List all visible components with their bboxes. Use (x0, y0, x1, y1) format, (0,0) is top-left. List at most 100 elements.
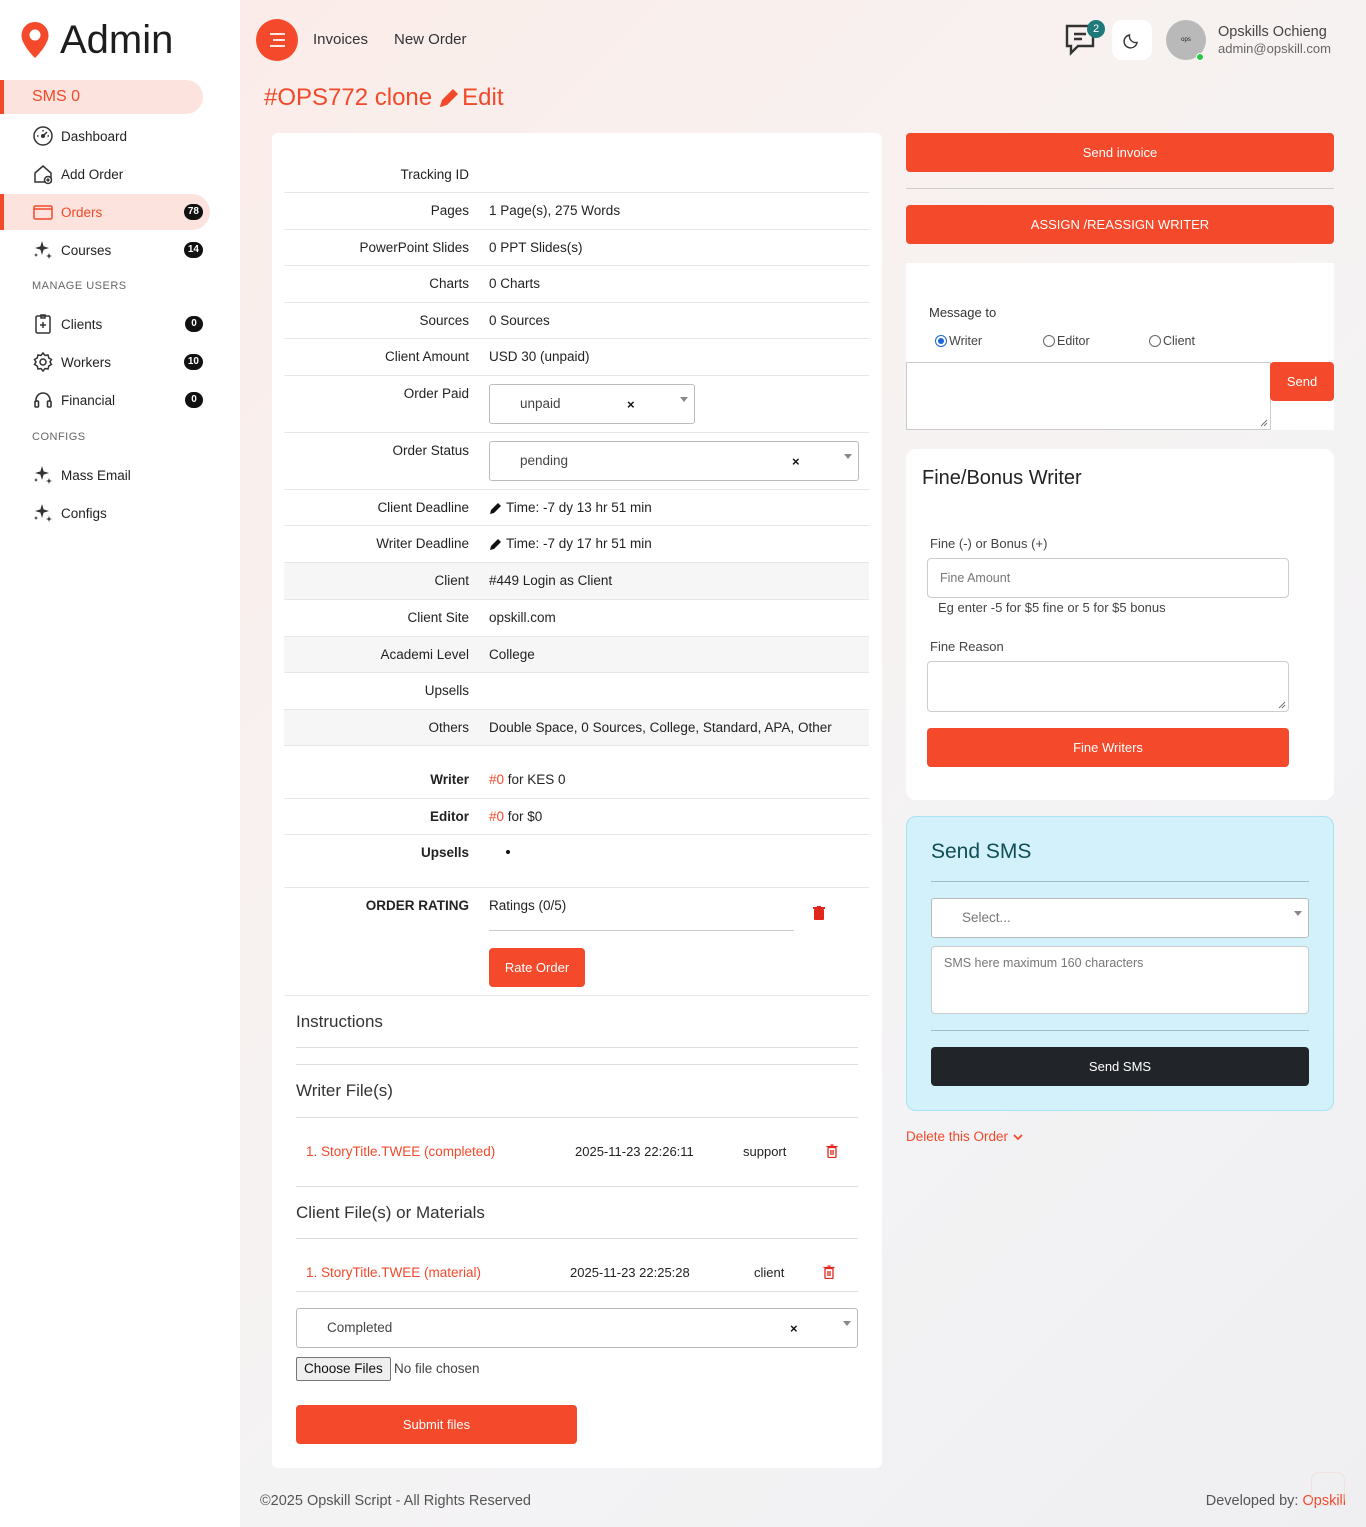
chevron-down-icon (844, 454, 852, 459)
dark-mode-toggle[interactable] (1112, 20, 1152, 60)
submit-files-button[interactable]: Submit files (296, 1405, 577, 1444)
detail-label: Client Site (407, 610, 469, 625)
client-files-heading: Client File(s) or Materials (296, 1203, 485, 1222)
detail-row-sources: Sources 0 Sources (284, 303, 869, 339)
fine-reason-textarea[interactable] (927, 661, 1289, 712)
choose-files-button[interactable]: Choose Files (296, 1357, 391, 1381)
location-pin-icon (21, 22, 49, 58)
radio-checked-icon (935, 335, 947, 347)
detail-label: Writer (430, 772, 469, 787)
writer-deadline-text: Time: -7 dy 17 hr 51 min (506, 536, 652, 551)
rate-order-button[interactable]: Rate Order (489, 948, 585, 987)
divider (296, 1291, 858, 1292)
detail-label: Others (428, 720, 469, 735)
sidebar-item-configs[interactable]: Configs (0, 495, 210, 531)
nav-link-new-order[interactable]: New Order (394, 31, 467, 48)
pencil-icon (490, 538, 501, 550)
sidebar-item-courses[interactable]: Courses 14 (0, 232, 210, 268)
divider (296, 1238, 858, 1239)
writer-file-link[interactable]: 1. StoryTitle.TWEE (completed) (306, 1144, 495, 1159)
no-file-label: No file chosen (394, 1361, 480, 1376)
detail-label: Editor (430, 809, 469, 824)
editor-pay: for $0 (504, 809, 543, 824)
detail-value: College (489, 647, 535, 662)
detail-row-level: Academi Level College (284, 637, 869, 673)
order-status-select[interactable]: pending × (489, 441, 859, 481)
online-status-dot (1196, 53, 1204, 61)
client-site-link[interactable]: opskill.com (489, 610, 556, 625)
rating-value: Ratings (0/5) (489, 898, 567, 913)
detail-row-tracking: Tracking ID (284, 156, 869, 193)
delete-file-icon[interactable] (823, 1265, 835, 1282)
user-email: admin@opskill.com (1218, 41, 1331, 56)
clear-icon[interactable]: × (790, 1321, 798, 1336)
delete-file-icon[interactable] (826, 1144, 838, 1161)
sms-recipient-select[interactable]: Select... (931, 898, 1309, 938)
radio-unchecked-icon (1043, 335, 1055, 347)
sidebar-item-mass-email[interactable]: Mass Email (0, 457, 210, 493)
file-type-select[interactable]: Completed × (296, 1308, 858, 1348)
detail-label: Charts (429, 276, 469, 291)
avatar-text: ops (1181, 37, 1191, 43)
clear-icon[interactable]: × (627, 397, 635, 412)
sparkle-icon (32, 502, 54, 524)
sms-textarea[interactable]: SMS here maximum 160 characters (931, 946, 1309, 1014)
fine-writers-button[interactable]: Fine Writers (927, 728, 1289, 767)
writer-pay: for KES 0 (504, 772, 566, 787)
detail-row-client-site: Client Site opskill.com (284, 600, 869, 637)
delete-order-label: Delete this Order (906, 1129, 1009, 1144)
radio-writer[interactable]: Writer (935, 334, 982, 348)
sms-counter[interactable]: SMS 0 (0, 80, 203, 114)
send-invoice-button[interactable]: Send invoice (906, 133, 1334, 172)
workers-count-badge: 10 (183, 354, 203, 370)
detail-label: Upsells (420, 845, 469, 860)
radio-editor[interactable]: Editor (1043, 334, 1090, 348)
detail-value[interactable]: Time: -7 dy 17 hr 51 min (489, 536, 652, 551)
detail-value: #0 for KES 0 (489, 772, 566, 787)
orders-box-icon (32, 201, 54, 223)
detail-label: Client Deadline (377, 500, 469, 515)
user-name: Opskills Ochieng (1218, 24, 1327, 40)
detail-row-amount: Client Amount USD 30 (unpaid) (284, 339, 869, 376)
sidebar-item-financial[interactable]: Financial 0 (0, 382, 210, 418)
detail-label: ORDER RATING (365, 898, 469, 913)
sidebar-item-orders[interactable]: Orders 78 (0, 194, 210, 230)
file-uploader: support (743, 1144, 787, 1159)
send-message-button[interactable]: Send (1270, 362, 1334, 401)
client-file-link[interactable]: 1. StoryTitle.TWEE (material) (306, 1265, 481, 1280)
sidebar: Admin SMS 0 Dashboard Add Order Orders 7… (0, 0, 240, 1527)
radio-client[interactable]: Client (1149, 334, 1195, 348)
send-sms-button[interactable]: Send SMS (931, 1047, 1309, 1086)
sidebar-item-dashboard[interactable]: Dashboard (0, 118, 210, 154)
select-placeholder: Select... (962, 910, 1011, 925)
clear-icon[interactable]: × (792, 454, 800, 469)
detail-label: PowerPoint Slides (359, 240, 469, 255)
footer-copyright: ©2025 Opskill Script - All Rights Reserv… (260, 1493, 531, 1509)
writer-id-link[interactable]: #0 (489, 772, 504, 787)
editor-id-link[interactable]: #0 (489, 809, 504, 824)
delete-order-link[interactable]: Delete this Order (906, 1129, 1024, 1144)
fine-bonus-title: Fine/Bonus Writer (922, 467, 1082, 489)
sidebar-item-label: Orders (61, 204, 103, 220)
detail-value[interactable]: Time: -7 dy 13 hr 51 min (489, 500, 652, 515)
radio-label: Writer (949, 334, 983, 348)
message-textarea[interactable] (906, 362, 1271, 430)
edit-link[interactable]: Edit (462, 84, 503, 112)
brand-logo[interactable]: Admin (20, 18, 173, 62)
menu-toggle-button[interactable] (256, 19, 298, 61)
moon-icon (1123, 34, 1138, 49)
fine-reason-label: Fine Reason (930, 639, 1004, 654)
login-as-client-link[interactable]: #449 Login as Client (489, 573, 612, 588)
assign-writer-button[interactable]: ASSIGN /REASSIGN WRITER (906, 205, 1334, 244)
nav-link-invoices[interactable]: Invoices (313, 31, 368, 48)
detail-row-writer: Writer #0 for KES 0 (284, 762, 869, 799)
sidebar-item-add-order[interactable]: Add Order (0, 156, 210, 192)
gear-icon (32, 351, 54, 373)
detail-row-client: Client #449 Login as Client (284, 563, 869, 600)
sidebar-item-clients[interactable]: Clients 0 (0, 306, 210, 342)
scroll-to-top-button[interactable] (1311, 1472, 1345, 1506)
order-paid-select[interactable]: unpaid × (489, 384, 695, 424)
fine-amount-input[interactable]: Fine Amount (927, 558, 1289, 598)
trash-icon[interactable] (813, 906, 825, 923)
sidebar-item-workers[interactable]: Workers 10 (0, 344, 210, 380)
